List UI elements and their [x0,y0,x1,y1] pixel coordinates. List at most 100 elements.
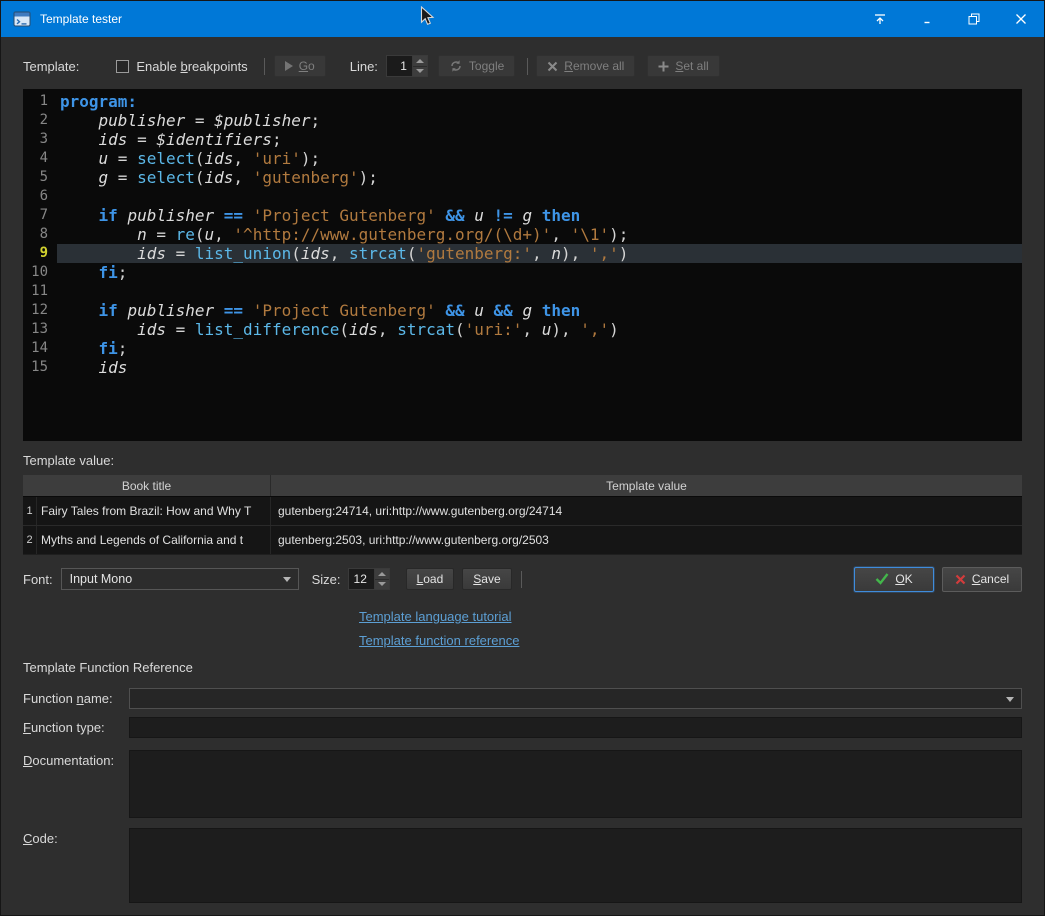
function-name-row: Function name: [23,688,1022,709]
results-table-header: Book title Template value [23,475,1022,496]
editor-line-9[interactable]: 9 ids = list_union(ids, strcat('gutenber… [23,244,1022,263]
editor-line-12[interactable]: 12 if publisher == 'Project Gutenberg' &… [23,301,1022,320]
save-button[interactable]: Save [462,568,511,590]
function-type-row: Function type: [23,717,1022,738]
checkbox-box[interactable] [116,60,129,73]
save-button-label: Save [473,572,500,586]
line-number: 4 [23,149,57,168]
spin-up-icon[interactable] [413,56,427,67]
ok-button[interactable]: OK [854,567,934,592]
function-reference-title: Template Function Reference [23,660,1022,675]
line-number: 6 [23,187,57,206]
template-tutorial-link[interactable]: Template language tutorial [359,609,512,624]
line-input[interactable] [386,55,413,77]
spin-down-icon[interactable] [413,67,427,77]
editor-line-1[interactable]: 1program: [23,92,1022,111]
remove-all-label: Remove all [564,59,624,73]
set-all-label: Set all [675,59,708,73]
breakpoint-toolbar: Template: Enable breakpoints Go Line: [23,53,1022,79]
editor-line-10[interactable]: 10 fi; [23,263,1022,282]
row-number: 2 [23,526,37,554]
spin-up-icon[interactable] [375,569,389,580]
editor-line-6[interactable]: 6 [23,187,1022,206]
roll-up-icon[interactable] [856,1,903,37]
cancel-button-label: Cancel [972,572,1009,586]
documentation-label: Documentation: [23,750,129,768]
editor-line-8[interactable]: 8 n = re(u, '^http://www.gutenberg.org/(… [23,225,1022,244]
code-line-text [57,282,1022,301]
load-button[interactable]: Load [406,568,455,590]
editor-line-2[interactable]: 2 publisher = $publisher; [23,111,1022,130]
line-number: 14 [23,339,57,358]
line-number: 5 [23,168,57,187]
cancel-button[interactable]: Cancel [942,567,1022,592]
size-input[interactable] [348,568,375,590]
minimize-icon[interactable] [903,1,950,37]
editor-line-11[interactable]: 11 [23,282,1022,301]
documentation-row: Documentation: [23,750,1022,818]
code-field[interactable] [129,828,1022,903]
separator [527,58,528,75]
row-number: 1 [23,497,37,525]
toggle-button-label: Toggle [469,59,504,73]
editor-line-14[interactable]: 14 fi; [23,339,1022,358]
editor-line-4[interactable]: 4 u = select(ids, 'uri'); [23,149,1022,168]
close-icon[interactable] [997,1,1044,37]
window-controls [856,1,1044,37]
book-title-cell: Myths and Legends of California and t [37,526,271,554]
results-rows: 1Fairy Tales from Brazil: How and Why Tg… [23,496,1022,554]
code-line-text: ids = $identifiers; [57,130,1022,149]
code-row: Code: [23,828,1022,903]
editor-line-15[interactable]: 15 ids [23,358,1022,377]
enable-breakpoints-checkbox[interactable]: Enable breakpoints [116,59,247,74]
template-function-reference-link[interactable]: Template function reference [359,633,519,648]
code-line-text: if publisher == 'Project Gutenberg' && u… [57,206,1022,225]
load-button-label: Load [417,572,444,586]
remove-all-button[interactable]: Remove all [536,55,635,77]
app-icon [13,10,31,28]
font-combo-value: Input Mono [70,572,133,586]
book-title-cell: Fairy Tales from Brazil: How and Why T [37,497,271,525]
line-number: 9 [23,244,57,263]
toggle-icon [449,59,463,73]
documentation-field[interactable] [129,750,1022,818]
spin-down-icon[interactable] [375,580,389,590]
result-row[interactable]: 1Fairy Tales from Brazil: How and Why Tg… [23,496,1022,525]
editor-line-13[interactable]: 13 ids = list_difference(ids, strcat('ur… [23,320,1022,339]
cancel-x-icon [955,574,966,585]
results-table[interactable]: Book title Template value 1Fairy Tales f… [23,475,1022,555]
column-header-book-title[interactable]: Book title [23,475,271,496]
dialog-content: Template: Enable breakpoints Go Line: [1,37,1044,915]
line-label: Line: [350,59,378,74]
line-number: 11 [23,282,57,301]
restore-icon[interactable] [950,1,997,37]
go-button-label: Go [299,59,315,73]
code-line-text: fi; [57,263,1022,282]
function-name-combo[interactable] [129,688,1022,709]
template-value-label: Template value: [23,453,1022,468]
titlebar[interactable]: Template tester [1,1,1044,37]
size-spinbox[interactable] [348,568,390,590]
code-line-text: fi; [57,339,1022,358]
line-spinbox[interactable] [386,55,428,77]
function-type-field[interactable] [129,717,1022,738]
line-number: 8 [23,225,57,244]
go-button[interactable]: Go [274,55,326,77]
column-header-template-value[interactable]: Template value [271,475,1022,496]
line-number: 10 [23,263,57,282]
toggle-button[interactable]: Toggle [438,55,515,77]
set-all-button[interactable]: Set all [647,55,719,77]
chevron-down-icon [1006,697,1014,702]
font-combo[interactable]: Input Mono [61,568,299,590]
editor-line-7[interactable]: 7 if publisher == 'Project Gutenberg' &&… [23,206,1022,225]
size-label: Size: [312,572,341,587]
editor-line-3[interactable]: 3 ids = $identifiers; [23,130,1022,149]
code-line-text: publisher = $publisher; [57,111,1022,130]
editor-lines: 1program:2 publisher = $publisher;3 ids … [23,92,1022,377]
code-label: Code: [23,828,129,846]
line-number: 12 [23,301,57,320]
result-row[interactable]: 2Myths and Legends of California and tgu… [23,525,1022,554]
editor-line-5[interactable]: 5 g = select(ids, 'gutenberg'); [23,168,1022,187]
template-editor[interactable]: 1program:2 publisher = $publisher;3 ids … [23,89,1022,441]
line-number: 7 [23,206,57,225]
